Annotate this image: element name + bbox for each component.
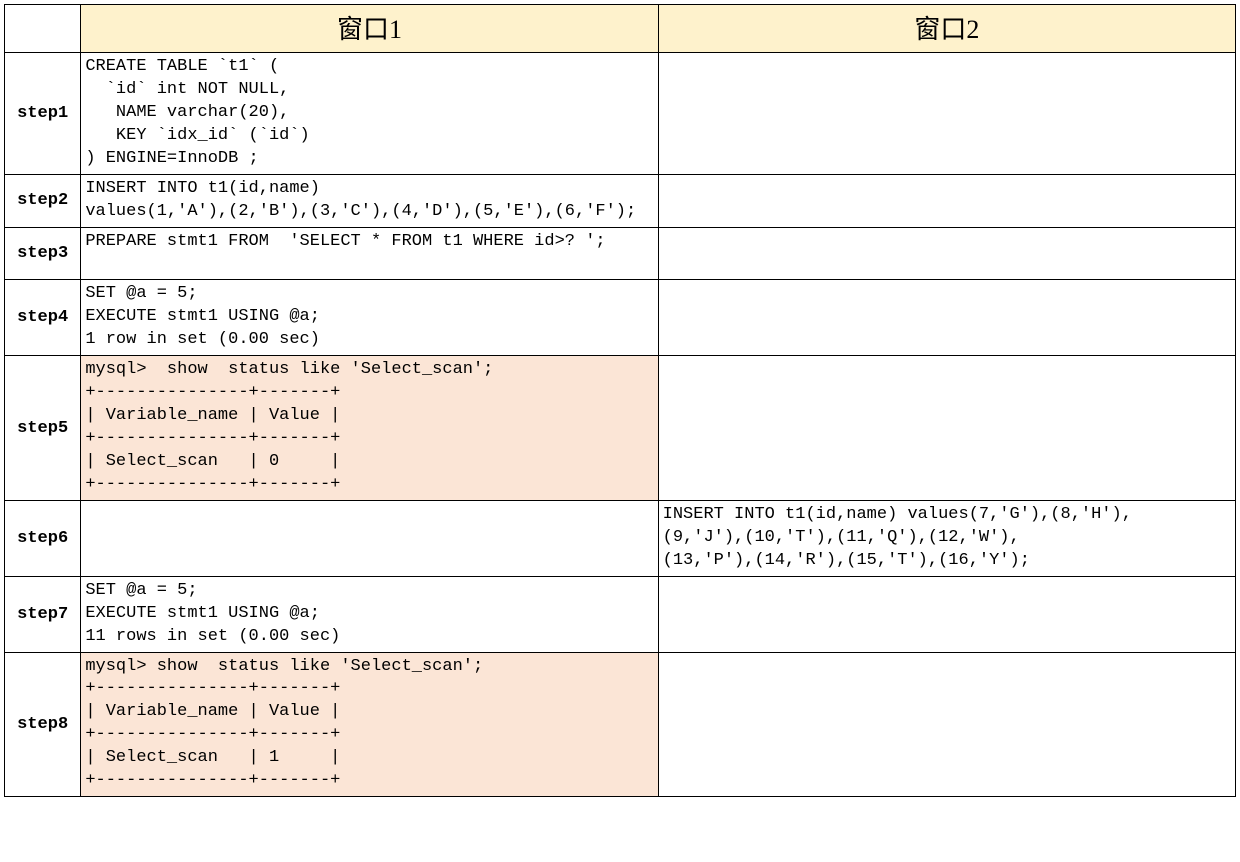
step-label: step7 [5, 576, 81, 652]
window1-cell: CREATE TABLE `t1` ( `id` int NOT NULL, N… [81, 53, 658, 175]
table-row: step1CREATE TABLE `t1` ( `id` int NOT NU… [5, 53, 1236, 175]
table-header-row: 窗口1 窗口2 [5, 5, 1236, 53]
steps-table: 窗口1 窗口2 step1CREATE TABLE `t1` ( `id` in… [4, 4, 1236, 797]
window1-cell: mysql> show status like 'Select_scan'; +… [81, 356, 658, 501]
table-row: step5mysql> show status like 'Select_sca… [5, 356, 1236, 501]
header-window1: 窗口1 [81, 5, 658, 53]
header-blank [5, 5, 81, 53]
step-label: step4 [5, 280, 81, 356]
step-label: step6 [5, 500, 81, 576]
window2-cell [658, 53, 1235, 175]
window2-cell [658, 280, 1235, 356]
step-label: step3 [5, 227, 81, 280]
step-label: step8 [5, 652, 81, 797]
window1-cell [81, 500, 658, 576]
step-label: step1 [5, 53, 81, 175]
window1-cell: SET @a = 5; EXECUTE stmt1 USING @a; 11 r… [81, 576, 658, 652]
window2-cell [658, 356, 1235, 501]
window1-cell: mysql> show status like 'Select_scan'; +… [81, 652, 658, 797]
window2-cell: INSERT INTO t1(id,name) values(7,'G'),(8… [658, 500, 1235, 576]
table-row: step7SET @a = 5; EXECUTE stmt1 USING @a;… [5, 576, 1236, 652]
table-row: step3PREPARE stmt1 FROM 'SELECT * FROM t… [5, 227, 1236, 280]
table-row: step6 INSERT INTO t1(id,name) values(7,'G… [5, 500, 1236, 576]
window1-cell: INSERT INTO t1(id,name) values(1,'A'),(2… [81, 174, 658, 227]
step-label: step5 [5, 356, 81, 501]
window1-cell: SET @a = 5; EXECUTE stmt1 USING @a; 1 ro… [81, 280, 658, 356]
window1-cell: PREPARE stmt1 FROM 'SELECT * FROM t1 WHE… [81, 227, 658, 280]
table-row: step2INSERT INTO t1(id,name) values(1,'A… [5, 174, 1236, 227]
window2-cell [658, 227, 1235, 280]
header-window2: 窗口2 [658, 5, 1235, 53]
window2-cell [658, 652, 1235, 797]
step-label: step2 [5, 174, 81, 227]
table-row: step8mysql> show status like 'Select_sca… [5, 652, 1236, 797]
window2-cell [658, 576, 1235, 652]
table-row: step4SET @a = 5; EXECUTE stmt1 USING @a;… [5, 280, 1236, 356]
window2-cell [658, 174, 1235, 227]
